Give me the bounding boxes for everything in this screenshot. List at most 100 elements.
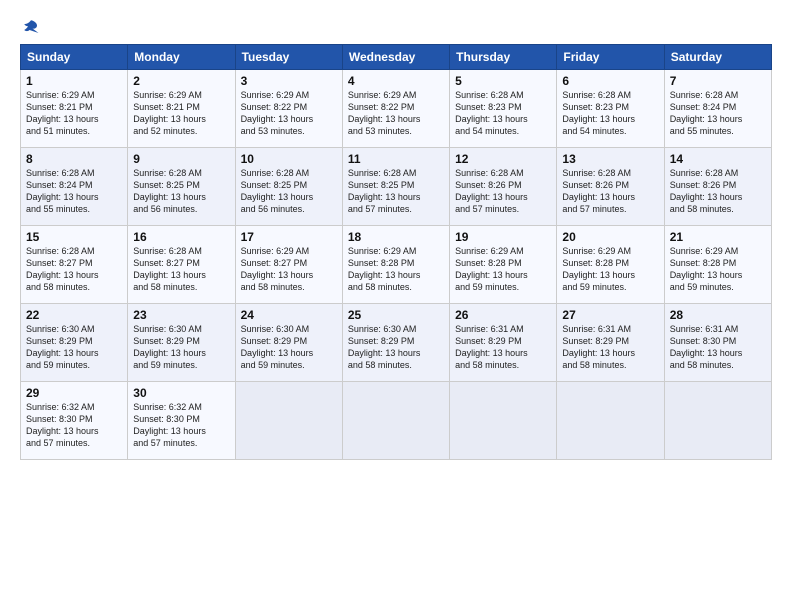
calendar-cell	[342, 382, 449, 460]
day-number: 15	[26, 230, 122, 244]
day-number: 29	[26, 386, 122, 400]
day-number: 2	[133, 74, 229, 88]
calendar-cell: 30Sunrise: 6:32 AMSunset: 8:30 PMDayligh…	[128, 382, 235, 460]
day-info: Sunrise: 6:28 AMSunset: 8:24 PMDaylight:…	[670, 89, 766, 138]
day-header-thursday: Thursday	[450, 45, 557, 70]
day-info: Sunrise: 6:28 AMSunset: 8:23 PMDaylight:…	[562, 89, 658, 138]
day-info: Sunrise: 6:28 AMSunset: 8:24 PMDaylight:…	[26, 167, 122, 216]
day-info: Sunrise: 6:28 AMSunset: 8:26 PMDaylight:…	[562, 167, 658, 216]
calendar-cell: 23Sunrise: 6:30 AMSunset: 8:29 PMDayligh…	[128, 304, 235, 382]
day-info: Sunrise: 6:32 AMSunset: 8:30 PMDaylight:…	[26, 401, 122, 450]
day-number: 19	[455, 230, 551, 244]
calendar-cell: 8Sunrise: 6:28 AMSunset: 8:24 PMDaylight…	[21, 148, 128, 226]
day-number: 7	[670, 74, 766, 88]
day-info: Sunrise: 6:28 AMSunset: 8:27 PMDaylight:…	[133, 245, 229, 294]
day-number: 24	[241, 308, 337, 322]
calendar-cell: 2Sunrise: 6:29 AMSunset: 8:21 PMDaylight…	[128, 70, 235, 148]
header	[20, 18, 772, 36]
day-info: Sunrise: 6:31 AMSunset: 8:29 PMDaylight:…	[455, 323, 551, 372]
day-number: 16	[133, 230, 229, 244]
day-info: Sunrise: 6:29 AMSunset: 8:27 PMDaylight:…	[241, 245, 337, 294]
day-number: 25	[348, 308, 444, 322]
calendar-cell: 29Sunrise: 6:32 AMSunset: 8:30 PMDayligh…	[21, 382, 128, 460]
calendar-cell	[450, 382, 557, 460]
logo	[20, 18, 40, 36]
day-number: 13	[562, 152, 658, 166]
calendar-cell: 14Sunrise: 6:28 AMSunset: 8:26 PMDayligh…	[664, 148, 771, 226]
day-info: Sunrise: 6:31 AMSunset: 8:30 PMDaylight:…	[670, 323, 766, 372]
day-number: 27	[562, 308, 658, 322]
calendar-cell: 28Sunrise: 6:31 AMSunset: 8:30 PMDayligh…	[664, 304, 771, 382]
calendar-week-row: 22Sunrise: 6:30 AMSunset: 8:29 PMDayligh…	[21, 304, 772, 382]
calendar-cell: 7Sunrise: 6:28 AMSunset: 8:24 PMDaylight…	[664, 70, 771, 148]
day-info: Sunrise: 6:29 AMSunset: 8:21 PMDaylight:…	[26, 89, 122, 138]
day-number: 17	[241, 230, 337, 244]
calendar-cell: 9Sunrise: 6:28 AMSunset: 8:25 PMDaylight…	[128, 148, 235, 226]
calendar-header-row: SundayMondayTuesdayWednesdayThursdayFrid…	[21, 45, 772, 70]
page: SundayMondayTuesdayWednesdayThursdayFrid…	[0, 0, 792, 612]
day-header-friday: Friday	[557, 45, 664, 70]
calendar-week-row: 8Sunrise: 6:28 AMSunset: 8:24 PMDaylight…	[21, 148, 772, 226]
day-number: 23	[133, 308, 229, 322]
calendar-cell: 11Sunrise: 6:28 AMSunset: 8:25 PMDayligh…	[342, 148, 449, 226]
calendar-cell: 4Sunrise: 6:29 AMSunset: 8:22 PMDaylight…	[342, 70, 449, 148]
day-info: Sunrise: 6:29 AMSunset: 8:28 PMDaylight:…	[455, 245, 551, 294]
day-number: 8	[26, 152, 122, 166]
day-number: 18	[348, 230, 444, 244]
day-header-saturday: Saturday	[664, 45, 771, 70]
day-info: Sunrise: 6:29 AMSunset: 8:28 PMDaylight:…	[348, 245, 444, 294]
day-header-monday: Monday	[128, 45, 235, 70]
day-info: Sunrise: 6:30 AMSunset: 8:29 PMDaylight:…	[133, 323, 229, 372]
day-number: 4	[348, 74, 444, 88]
day-info: Sunrise: 6:28 AMSunset: 8:25 PMDaylight:…	[348, 167, 444, 216]
calendar-cell: 18Sunrise: 6:29 AMSunset: 8:28 PMDayligh…	[342, 226, 449, 304]
calendar-cell: 3Sunrise: 6:29 AMSunset: 8:22 PMDaylight…	[235, 70, 342, 148]
calendar-cell: 25Sunrise: 6:30 AMSunset: 8:29 PMDayligh…	[342, 304, 449, 382]
day-header-wednesday: Wednesday	[342, 45, 449, 70]
calendar-cell	[557, 382, 664, 460]
calendar-table: SundayMondayTuesdayWednesdayThursdayFrid…	[20, 44, 772, 460]
calendar-cell: 15Sunrise: 6:28 AMSunset: 8:27 PMDayligh…	[21, 226, 128, 304]
calendar-cell: 5Sunrise: 6:28 AMSunset: 8:23 PMDaylight…	[450, 70, 557, 148]
day-number: 12	[455, 152, 551, 166]
day-info: Sunrise: 6:30 AMSunset: 8:29 PMDaylight:…	[348, 323, 444, 372]
day-info: Sunrise: 6:29 AMSunset: 8:22 PMDaylight:…	[348, 89, 444, 138]
day-number: 22	[26, 308, 122, 322]
day-info: Sunrise: 6:29 AMSunset: 8:28 PMDaylight:…	[562, 245, 658, 294]
calendar-cell: 16Sunrise: 6:28 AMSunset: 8:27 PMDayligh…	[128, 226, 235, 304]
calendar-cell: 12Sunrise: 6:28 AMSunset: 8:26 PMDayligh…	[450, 148, 557, 226]
day-number: 5	[455, 74, 551, 88]
calendar-cell: 24Sunrise: 6:30 AMSunset: 8:29 PMDayligh…	[235, 304, 342, 382]
calendar-cell	[235, 382, 342, 460]
day-info: Sunrise: 6:32 AMSunset: 8:30 PMDaylight:…	[133, 401, 229, 450]
day-number: 26	[455, 308, 551, 322]
calendar-cell: 1Sunrise: 6:29 AMSunset: 8:21 PMDaylight…	[21, 70, 128, 148]
day-number: 6	[562, 74, 658, 88]
day-info: Sunrise: 6:28 AMSunset: 8:26 PMDaylight:…	[670, 167, 766, 216]
day-info: Sunrise: 6:28 AMSunset: 8:25 PMDaylight:…	[133, 167, 229, 216]
day-number: 9	[133, 152, 229, 166]
day-number: 1	[26, 74, 122, 88]
day-info: Sunrise: 6:28 AMSunset: 8:26 PMDaylight:…	[455, 167, 551, 216]
calendar-cell: 20Sunrise: 6:29 AMSunset: 8:28 PMDayligh…	[557, 226, 664, 304]
day-info: Sunrise: 6:28 AMSunset: 8:25 PMDaylight:…	[241, 167, 337, 216]
day-info: Sunrise: 6:28 AMSunset: 8:23 PMDaylight:…	[455, 89, 551, 138]
calendar-cell: 21Sunrise: 6:29 AMSunset: 8:28 PMDayligh…	[664, 226, 771, 304]
day-number: 3	[241, 74, 337, 88]
calendar-cell: 10Sunrise: 6:28 AMSunset: 8:25 PMDayligh…	[235, 148, 342, 226]
day-info: Sunrise: 6:28 AMSunset: 8:27 PMDaylight:…	[26, 245, 122, 294]
calendar-cell: 19Sunrise: 6:29 AMSunset: 8:28 PMDayligh…	[450, 226, 557, 304]
calendar-cell: 22Sunrise: 6:30 AMSunset: 8:29 PMDayligh…	[21, 304, 128, 382]
day-number: 20	[562, 230, 658, 244]
calendar-cell	[664, 382, 771, 460]
day-info: Sunrise: 6:29 AMSunset: 8:21 PMDaylight:…	[133, 89, 229, 138]
calendar-cell: 26Sunrise: 6:31 AMSunset: 8:29 PMDayligh…	[450, 304, 557, 382]
day-number: 21	[670, 230, 766, 244]
day-number: 10	[241, 152, 337, 166]
day-number: 14	[670, 152, 766, 166]
day-info: Sunrise: 6:31 AMSunset: 8:29 PMDaylight:…	[562, 323, 658, 372]
calendar-cell: 13Sunrise: 6:28 AMSunset: 8:26 PMDayligh…	[557, 148, 664, 226]
calendar-cell: 6Sunrise: 6:28 AMSunset: 8:23 PMDaylight…	[557, 70, 664, 148]
day-info: Sunrise: 6:30 AMSunset: 8:29 PMDaylight:…	[26, 323, 122, 372]
day-number: 11	[348, 152, 444, 166]
